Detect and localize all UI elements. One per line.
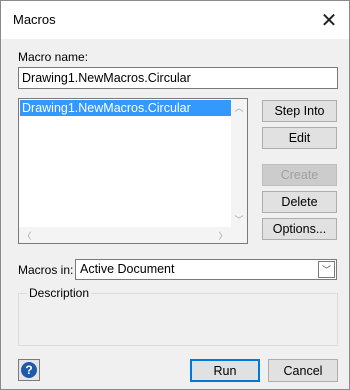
options-button[interactable]: Options... bbox=[262, 218, 337, 240]
vertical-scrollbar[interactable]: ︿ ﹀ bbox=[231, 99, 247, 227]
macro-name-label: Macro name: bbox=[18, 50, 89, 64]
horizontal-scrollbar[interactable]: 〈 〉 bbox=[19, 227, 231, 243]
macros-in-value: Active Document bbox=[80, 262, 175, 276]
cancel-button[interactable]: Cancel bbox=[268, 359, 338, 382]
help-icon: ? bbox=[21, 362, 37, 378]
scroll-down-icon[interactable]: ﹀ bbox=[231, 211, 247, 227]
close-button[interactable]: ✕ bbox=[309, 1, 349, 39]
description-label: Description bbox=[27, 286, 92, 300]
scroll-right-icon[interactable]: 〉 bbox=[215, 227, 231, 243]
step-into-button[interactable]: Step Into bbox=[262, 100, 337, 122]
macros-in-label: Macros in: bbox=[18, 263, 74, 277]
macro-name-input[interactable]: Drawing1.NewMacros.Circular bbox=[18, 67, 338, 89]
dialog-title: Macros bbox=[13, 12, 56, 27]
close-icon: ✕ bbox=[320, 9, 338, 32]
scroll-corner bbox=[231, 227, 247, 243]
run-button[interactable]: Run bbox=[190, 359, 260, 382]
macros-dialog: Macros ✕ Macro name: Drawing1.NewMacros.… bbox=[0, 0, 350, 390]
help-button[interactable]: ? bbox=[18, 359, 40, 381]
scroll-left-icon[interactable]: 〈 bbox=[19, 227, 35, 243]
edit-button[interactable]: Edit bbox=[262, 127, 337, 149]
description-group: Description bbox=[18, 286, 338, 346]
delete-button[interactable]: Delete bbox=[262, 191, 337, 213]
list-item[interactable]: Drawing1.NewMacros.Circular bbox=[20, 100, 232, 116]
title-bar: Macros ✕ bbox=[1, 1, 349, 39]
chevron-down-icon[interactable]: ﹀ bbox=[318, 261, 335, 278]
macros-in-select[interactable]: Active Document ﹀ bbox=[75, 259, 337, 280]
macro-list[interactable]: Drawing1.NewMacros.Circular ︿ ﹀ 〈 〉 bbox=[18, 98, 248, 244]
scroll-up-icon[interactable]: ︿ bbox=[231, 99, 247, 115]
create-button[interactable]: Create bbox=[262, 164, 337, 186]
